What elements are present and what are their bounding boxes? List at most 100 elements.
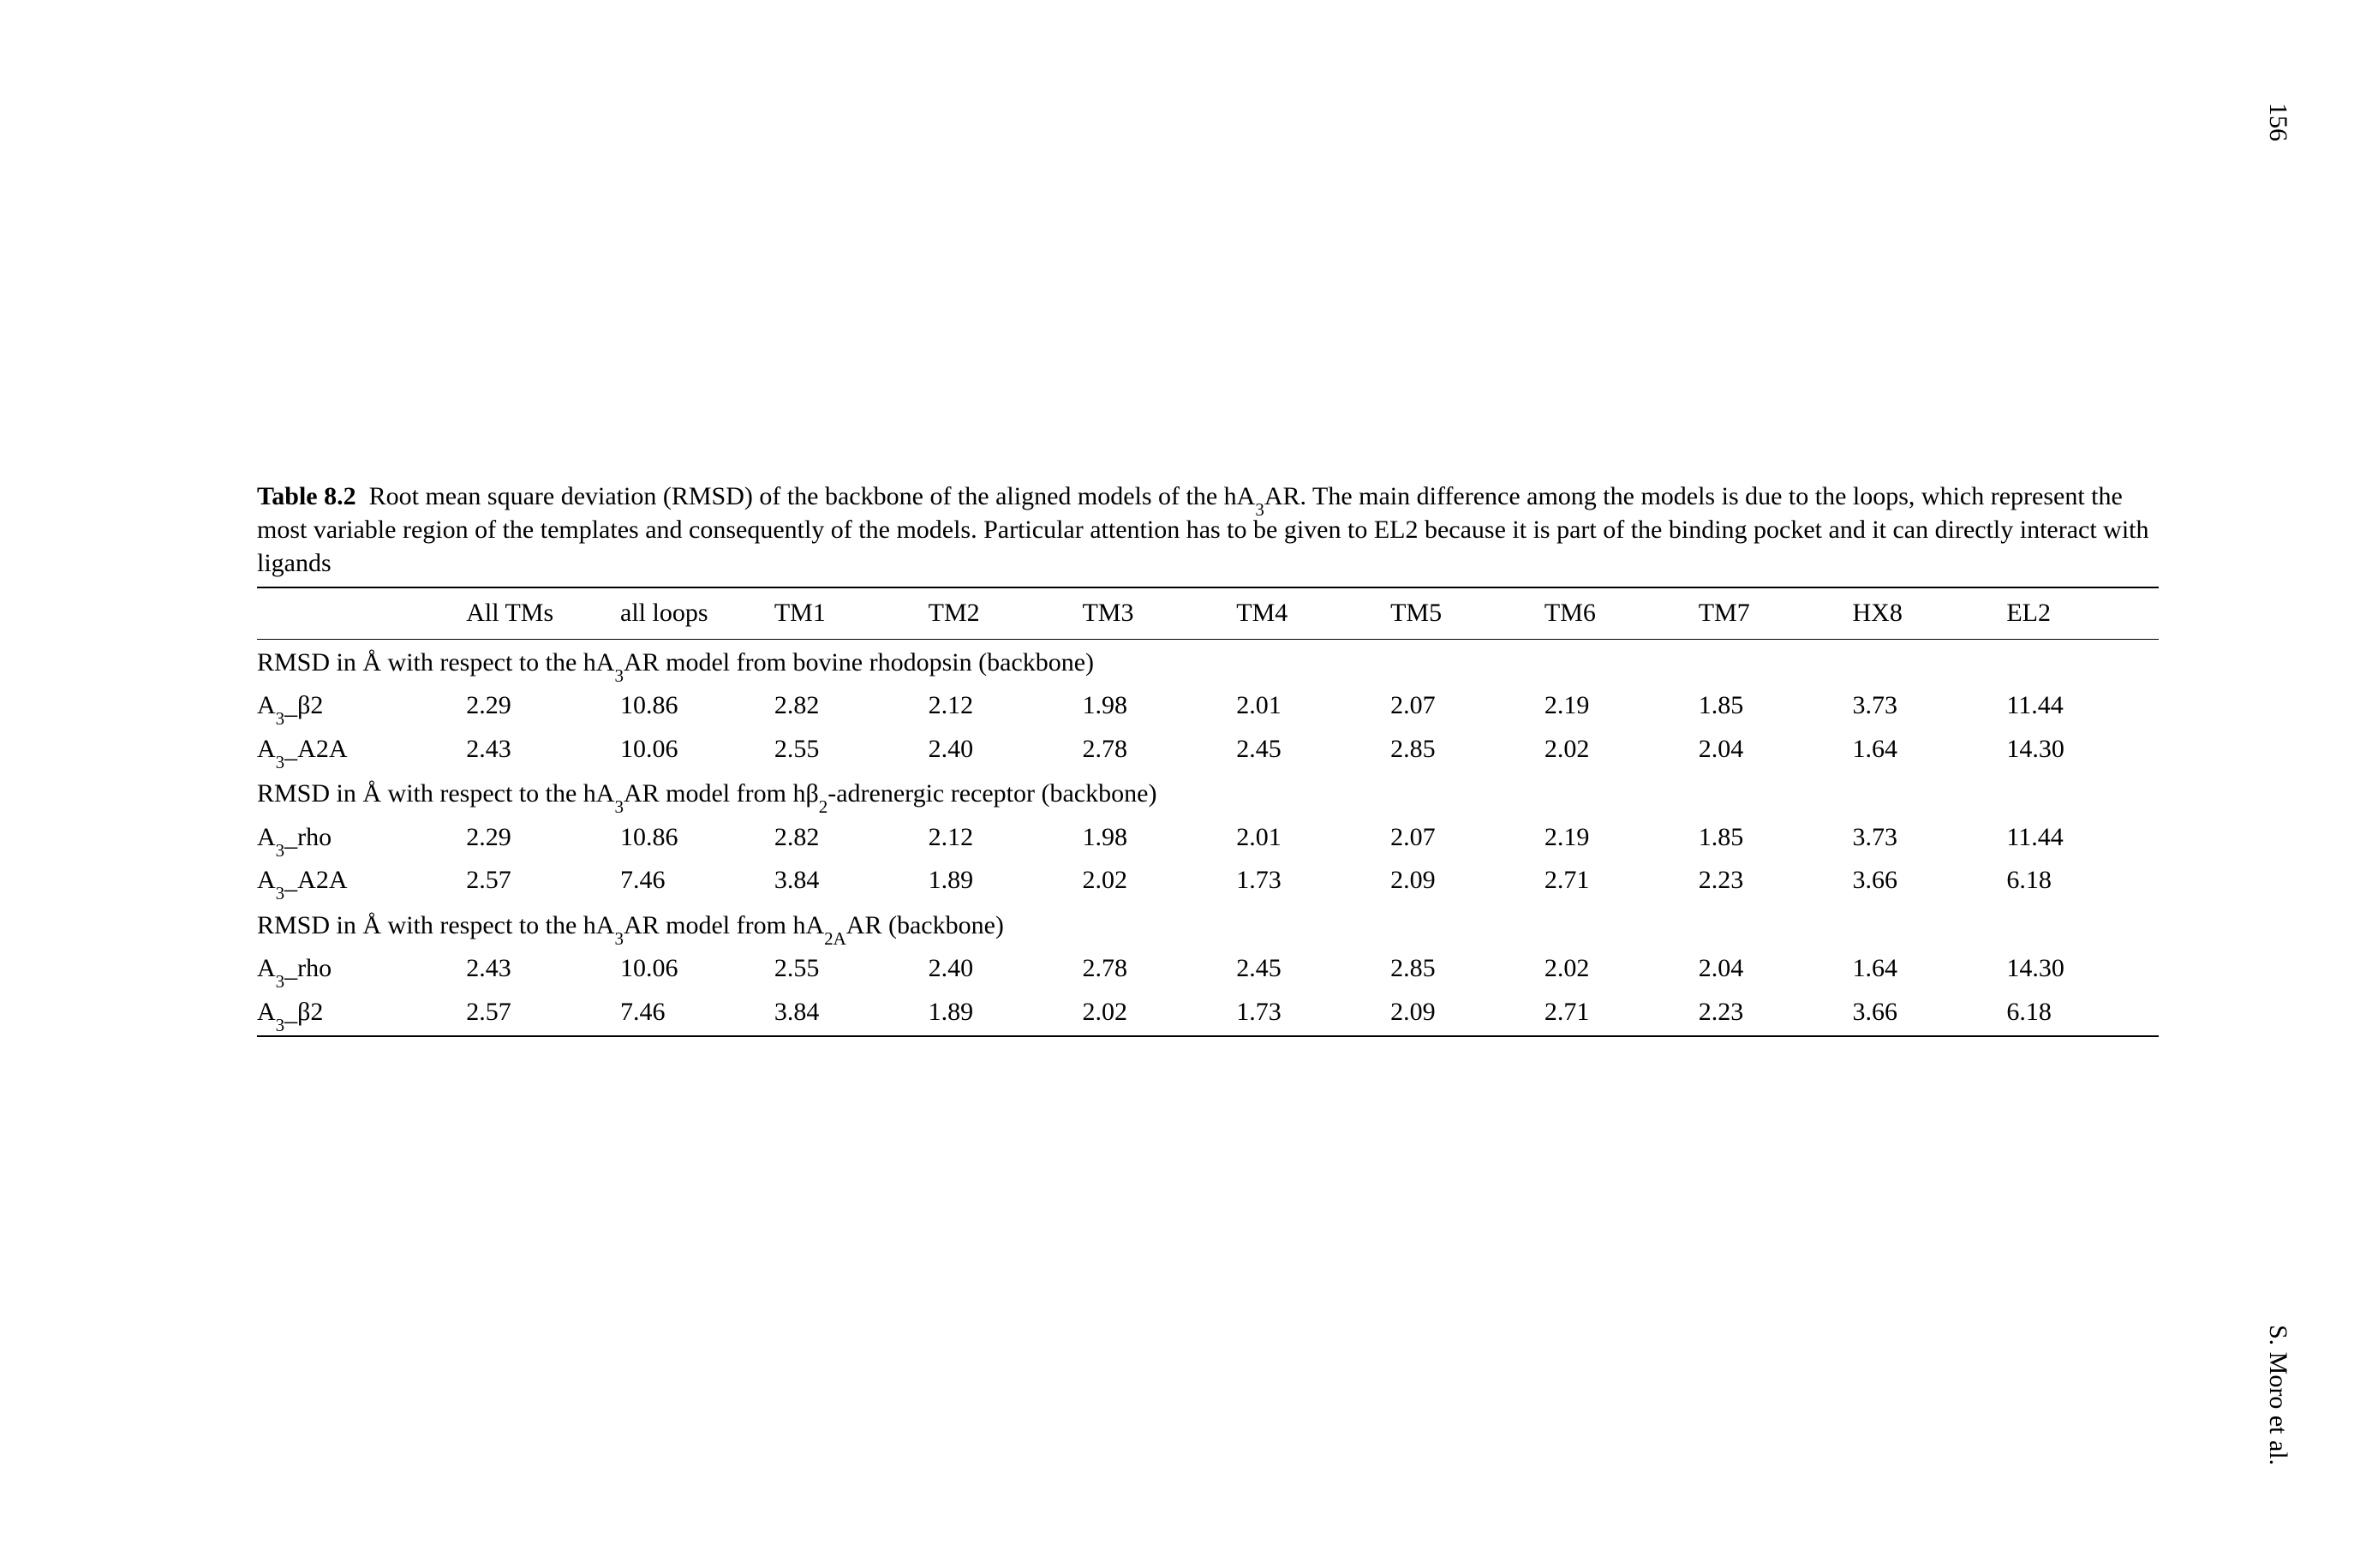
col-header: TM4 [1236,587,1390,639]
cell-value: 1.73 [1236,859,1390,903]
table-row: A3_rho2.2910.862.822.121.982.012.072.191… [257,816,2159,860]
cell-value: 2.23 [1699,991,1853,1037]
col-header: TM1 [774,587,929,639]
cell-value: 1.98 [1082,816,1236,860]
cell-value: 1.85 [1699,684,1853,728]
row-label: A3_rho [257,816,466,860]
row-label: A3_A2A [257,728,466,772]
col-header: EL2 [2006,587,2159,639]
cell-value: 2.40 [929,728,1083,772]
cell-value: 10.06 [620,728,774,772]
col-header: HX8 [1853,587,2007,639]
cell-value: 1.89 [929,991,1083,1037]
cell-value: 2.02 [1082,859,1236,903]
cell-value: 3.73 [1853,816,2007,860]
cell-value: 2.09 [1390,991,1545,1037]
section-title: RMSD in Å with respect to the hA3AR mode… [257,639,2159,684]
table-row: A3_β22.2910.862.822.121.982.012.072.191.… [257,684,2159,728]
running-author: S. Moro et al. [2263,1325,2292,1465]
cell-value: 14.30 [2006,728,2159,772]
table-caption: Table 8.2 Root mean square deviation (RM… [257,480,2159,580]
section-title-row: RMSD in Å with respect to the hA3AR mode… [257,771,2159,816]
col-header: TM3 [1082,587,1236,639]
table-header-row: All TMs all loops TM1 TM2 TM3 TM4 TM5 TM… [257,587,2159,639]
cell-value: 2.43 [466,947,620,991]
cell-value: 2.71 [1545,991,1699,1037]
cell-value: 2.02 [1082,991,1236,1037]
cell-value: 2.23 [1699,859,1853,903]
cell-value: 1.64 [1853,947,2007,991]
cell-value: 6.18 [2006,859,2159,903]
cell-value: 2.04 [1699,947,1853,991]
cell-value: 2.29 [466,816,620,860]
cell-value: 2.57 [466,991,620,1037]
cell-value: 2.45 [1236,947,1390,991]
cell-value: 2.29 [466,684,620,728]
col-header: TM5 [1390,587,1545,639]
col-header: TM7 [1699,587,1853,639]
cell-value: 2.82 [774,684,929,728]
cell-value: 2.57 [466,859,620,903]
col-header: All TMs [466,587,620,639]
cell-value: 1.73 [1236,991,1390,1037]
cell-value: 10.86 [620,684,774,728]
cell-value: 2.07 [1390,684,1545,728]
cell-value: 2.85 [1390,947,1545,991]
col-header: TM2 [929,587,1083,639]
cell-value: 2.40 [929,947,1083,991]
table-row: A3_β22.577.463.841.892.021.732.092.712.2… [257,991,2159,1037]
cell-value: 2.07 [1390,816,1545,860]
col-header: TM6 [1545,587,1699,639]
cell-value: 2.01 [1236,816,1390,860]
table-block: Table 8.2 Root mean square deviation (RM… [257,480,2159,1037]
row-label: A3_A2A [257,859,466,903]
col-header [257,587,466,639]
row-label: A3_β2 [257,991,466,1037]
cell-value: 6.18 [2006,991,2159,1037]
cell-value: 1.64 [1853,728,2007,772]
rmsd-table: All TMs all loops TM1 TM2 TM3 TM4 TM5 TM… [257,587,2159,1037]
cell-value: 14.30 [2006,947,2159,991]
table-label: Table 8.2 [257,482,356,510]
cell-value: 3.66 [1853,859,2007,903]
cell-value: 11.44 [2006,684,2159,728]
cell-value: 7.46 [620,991,774,1037]
cell-value: 2.01 [1236,684,1390,728]
cell-value: 2.82 [774,816,929,860]
cell-value: 2.78 [1082,947,1236,991]
cell-value: 2.19 [1545,684,1699,728]
cell-value: 2.09 [1390,859,1545,903]
cell-value: 1.89 [929,859,1083,903]
cell-value: 1.98 [1082,684,1236,728]
table-row: A3_A2A2.577.463.841.892.021.732.092.712.… [257,859,2159,903]
cell-value: 2.12 [929,684,1083,728]
row-label: A3_β2 [257,684,466,728]
cell-value: 2.45 [1236,728,1390,772]
section-title-row: RMSD in Å with respect to the hA3AR mode… [257,639,2159,684]
section-title: RMSD in Å with respect to the hA3AR mode… [257,771,2159,816]
cell-value: 1.85 [1699,816,1853,860]
cell-value: 2.78 [1082,728,1236,772]
cell-value: 3.73 [1853,684,2007,728]
section-title-row: RMSD in Å with respect to the hA3AR mode… [257,903,2159,948]
page-number: 156 [2263,103,2292,141]
cell-value: 10.86 [620,816,774,860]
section-title: RMSD in Å with respect to the hA3AR mode… [257,903,2159,948]
cell-value: 2.19 [1545,816,1699,860]
cell-value: 3.66 [1853,991,2007,1037]
cell-value: 2.43 [466,728,620,772]
table-row: A3_rho2.4310.062.552.402.782.452.852.022… [257,947,2159,991]
cell-value: 2.02 [1545,947,1699,991]
cell-value: 3.84 [774,859,929,903]
col-header: all loops [620,587,774,639]
cell-value: 11.44 [2006,816,2159,860]
row-label: A3_rho [257,947,466,991]
cell-value: 3.84 [774,991,929,1037]
table-caption-text: Root mean square deviation (RMSD) of the… [257,482,2149,577]
cell-value: 10.06 [620,947,774,991]
cell-value: 2.85 [1390,728,1545,772]
table-row: A3_A2A2.4310.062.552.402.782.452.852.022… [257,728,2159,772]
table-body: RMSD in Å with respect to the hA3AR mode… [257,639,2159,1036]
cell-value: 2.12 [929,816,1083,860]
cell-value: 2.55 [774,728,929,772]
